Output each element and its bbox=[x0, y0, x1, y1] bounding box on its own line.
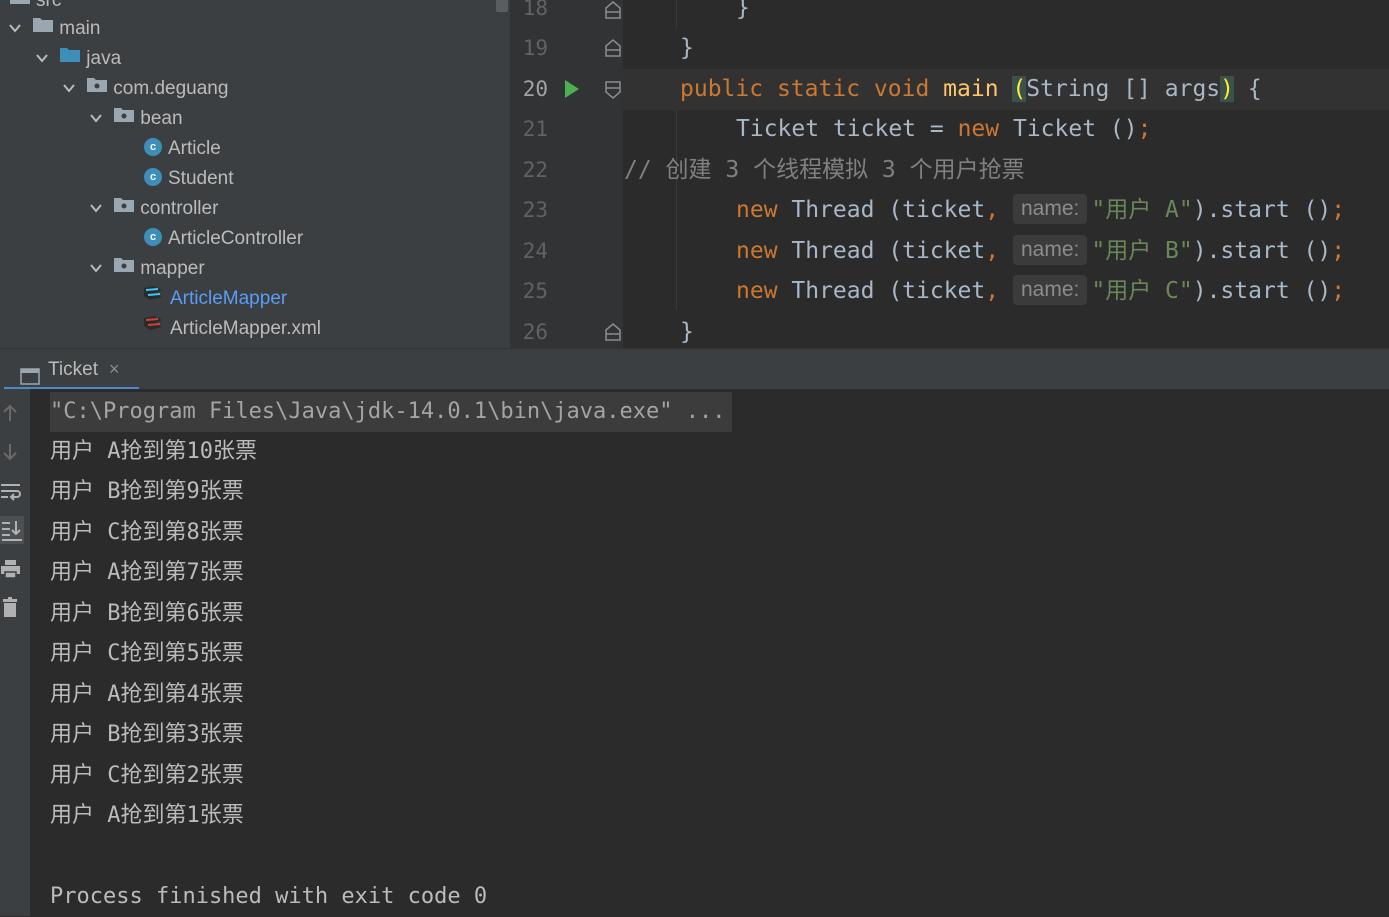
class-icon: c bbox=[144, 167, 162, 186]
source-folder-icon bbox=[60, 42, 81, 72]
fold-end-icon[interactable] bbox=[604, 322, 622, 346]
package-icon bbox=[114, 252, 135, 282]
tree-item-article-mapper-xml[interactable]: ArticleMapper.xml bbox=[142, 314, 321, 344]
console-exit-message: Process finished with exit code 0 bbox=[50, 884, 488, 909]
chevron-down-icon[interactable] bbox=[89, 111, 103, 125]
indent-guide bbox=[676, 0, 677, 28]
chevron-down-icon[interactable] bbox=[35, 51, 49, 65]
chevron-down-icon[interactable] bbox=[8, 21, 22, 35]
console-output[interactable]: "C:\Program Files\Java\jdk-14.0.1\bin\ja… bbox=[30, 389, 1389, 916]
scroll-to-end-icon[interactable] bbox=[0, 516, 24, 544]
tab-label: Ticket bbox=[48, 359, 98, 380]
console-output-line: 用户 B抢到第9张票 bbox=[50, 479, 244, 504]
tree-item-article-controller[interactable]: c ArticleController bbox=[144, 224, 303, 254]
console-output-line: 用户 A抢到第7张票 bbox=[50, 560, 244, 585]
line-number: 25 bbox=[522, 279, 548, 303]
fold-end-icon[interactable] bbox=[604, 0, 622, 24]
package-icon bbox=[87, 72, 108, 102]
chevron-down-icon[interactable] bbox=[89, 261, 103, 275]
line-number-current: 20 bbox=[522, 77, 548, 101]
tree-item-controller[interactable]: controller bbox=[89, 194, 218, 224]
console-output-line: 用户 C抢到第5张票 bbox=[50, 641, 244, 666]
fold-start-icon[interactable] bbox=[604, 80, 622, 104]
line-number: 24 bbox=[522, 239, 548, 263]
run-gutter-icon[interactable] bbox=[564, 79, 580, 103]
line-number: 23 bbox=[522, 198, 548, 222]
tree-item-student[interactable]: c Student bbox=[144, 164, 234, 194]
run-panel-header: Ticket × bbox=[0, 348, 1389, 390]
indent-guide bbox=[676, 110, 677, 310]
line-number: 21 bbox=[522, 117, 548, 141]
code-line-25: new Thread (ticket, name: "用户 C").start (… bbox=[736, 271, 1345, 312]
code-line-23: new Thread (ticket, name: "用户 A").start (… bbox=[736, 190, 1345, 231]
project-tree: src main java com.deguang bean c Article … bbox=[0, 0, 510, 348]
run-toolbar bbox=[0, 389, 30, 916]
up-arrow-icon[interactable] bbox=[0, 402, 22, 424]
console-output-line: 用户 C抢到第8张票 bbox=[50, 520, 244, 545]
class-icon: c bbox=[144, 137, 162, 156]
console-output-line: 用户 B抢到第6张票 bbox=[50, 601, 244, 626]
tree-item-bean[interactable]: bean bbox=[89, 104, 183, 134]
tree-item-article[interactable]: c Article bbox=[144, 134, 221, 164]
code-line-26: } bbox=[680, 319, 694, 345]
tab-ticket[interactable]: Ticket × bbox=[0, 349, 139, 390]
code-line-20: public static void main (String [] args)… bbox=[680, 76, 1262, 102]
parameter-hint: name: bbox=[1012, 234, 1088, 265]
console-output-line: 用户 A抢到第4张票 bbox=[50, 682, 244, 707]
down-arrow-icon[interactable] bbox=[0, 441, 22, 463]
line-number: 26 bbox=[522, 320, 548, 344]
close-icon[interactable]: × bbox=[109, 349, 120, 390]
folder-icon bbox=[33, 12, 54, 42]
chevron-down-icon[interactable] bbox=[89, 201, 103, 215]
line-number: 22 bbox=[522, 158, 548, 182]
code-line-21: Ticket ticket = new Ticket (); bbox=[736, 116, 1152, 142]
tree-item-mapper[interactable]: mapper bbox=[89, 254, 205, 284]
code-line-18: } bbox=[736, 0, 750, 21]
code-line-24: new Thread (ticket, name: "用户 B").start (… bbox=[736, 231, 1345, 272]
parameter-hint: name: bbox=[1012, 274, 1088, 305]
line-number: 18 bbox=[522, 0, 548, 20]
tree-scrollbar[interactable] bbox=[496, 0, 508, 12]
mybatis-mapper-icon bbox=[142, 282, 164, 312]
code-line-19: } bbox=[680, 35, 694, 61]
chevron-down-icon[interactable] bbox=[62, 81, 76, 95]
print-icon[interactable] bbox=[0, 558, 22, 580]
tree-item-main[interactable]: main bbox=[8, 14, 100, 44]
tree-item-article-mapper[interactable]: ArticleMapper bbox=[142, 284, 287, 314]
console-command-line: "C:\Program Files\Java\jdk-14.0.1\bin\ja… bbox=[50, 392, 732, 432]
console-output-line: 用户 C抢到第2张票 bbox=[50, 763, 244, 788]
code-editor[interactable]: 18 19 20 21 22 23 24 25 26 } } public st… bbox=[510, 0, 1389, 348]
fold-end-icon[interactable] bbox=[604, 38, 622, 62]
package-icon bbox=[114, 102, 135, 132]
mybatis-xml-icon bbox=[142, 312, 164, 342]
package-icon bbox=[114, 192, 135, 222]
soft-wrap-icon[interactable] bbox=[0, 480, 22, 502]
trash-icon[interactable] bbox=[0, 596, 22, 618]
code-line-22: // 创建 3 个线程模拟 3 个用户抢票 bbox=[624, 157, 1025, 183]
folder-icon bbox=[10, 0, 30, 14]
class-icon: c bbox=[144, 227, 162, 246]
tree-item-com-deguang[interactable]: com.deguang bbox=[62, 74, 228, 104]
line-number: 19 bbox=[522, 36, 548, 60]
console-output-line: 用户 A抢到第10张票 bbox=[50, 439, 257, 464]
console-output-line: 用户 A抢到第1张票 bbox=[50, 803, 244, 828]
parameter-hint: name: bbox=[1012, 193, 1088, 224]
tree-item-java[interactable]: java bbox=[35, 44, 121, 74]
console-output-line: 用户 B抢到第3张票 bbox=[50, 722, 244, 747]
